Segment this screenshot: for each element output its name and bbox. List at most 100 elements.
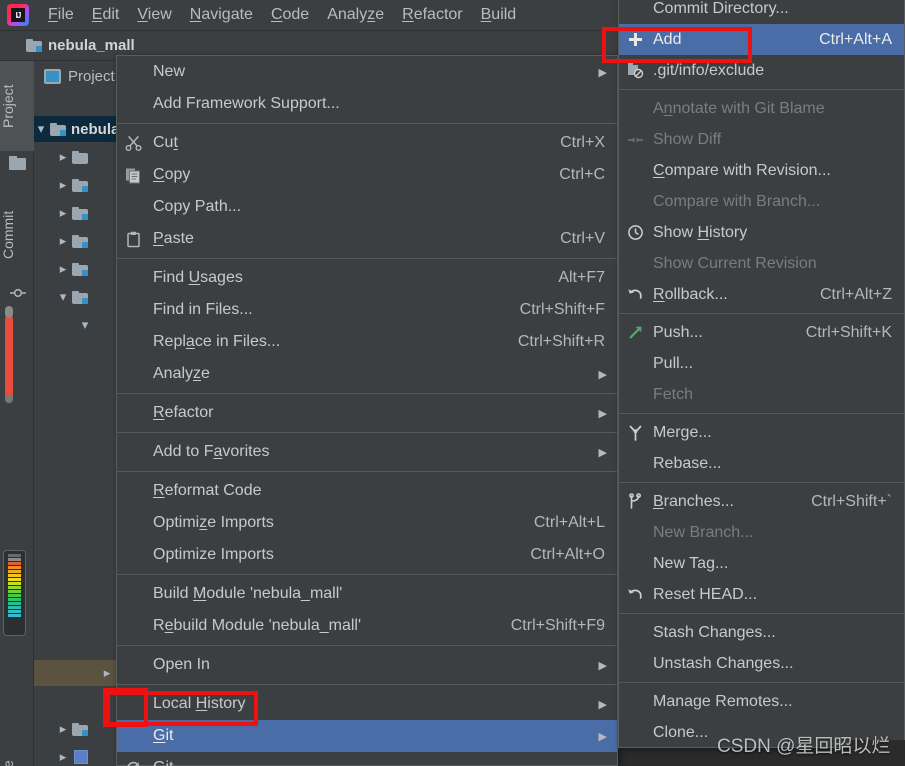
project-window-icon <box>44 68 61 84</box>
menubar-item-code[interactable]: Code <box>262 4 318 26</box>
git-menu-item-show-history[interactable]: Show History <box>619 217 904 248</box>
menu-item-paste-label: Paste <box>153 230 194 247</box>
git-menu-item-git-info-exclude[interactable]: .git/info/exclude <box>619 55 904 86</box>
menubar-item-edit[interactable]: Edit <box>83 4 129 26</box>
menu-item-open-in-label: Open In <box>153 656 210 673</box>
git-menu-item-merge[interactable]: Merge... <box>619 417 904 448</box>
git-menu-item-rollback-label: Rollback... <box>653 285 728 303</box>
menu-item-git[interactable]: Git ▶ <box>117 720 617 752</box>
menu-item-remove-module[interactable]: Optimize Imports Ctrl+Alt+O <box>117 539 617 571</box>
sidebar-item-structure[interactable]: Structure <box>0 751 34 766</box>
chevron-right-icon[interactable]: ▸ <box>56 177 70 193</box>
git-menu-item-compare-with-revision-label: Compare with Revision... <box>653 161 831 179</box>
menubar-item-analyze[interactable]: Analyze <box>318 4 393 26</box>
git-menu-item-unstash-changes-label: Unstash Changes... <box>653 654 794 672</box>
menu-item-add-to-favorites[interactable]: Add to Favorites ▶ <box>117 436 617 468</box>
menu-item-build-module[interactable]: Build Module 'nebula_mall' <box>117 578 617 610</box>
git-menu-item-new-branch-label: New Branch... <box>653 523 754 541</box>
submenu-arrow-icon: ▶ <box>598 66 607 79</box>
menu-item-remove-module-accel: Ctrl+Alt+O <box>530 546 605 563</box>
chevron-right-icon[interactable]: ▸ <box>56 749 70 765</box>
sidebar-item-commit[interactable]: Commit <box>0 189 34 281</box>
menu-item-copy-path[interactable]: Copy Path... <box>117 191 617 223</box>
git-menu-item-branches[interactable]: Branches... Ctrl+Shift+` <box>619 486 904 517</box>
menu-item-local-history[interactable]: Local History ▶ <box>117 688 617 720</box>
menu-item-git-label: Git <box>153 727 174 744</box>
menu-item-new[interactable]: New ▶ <box>117 56 617 88</box>
chevron-down-icon[interactable]: ▾ <box>34 121 48 137</box>
git-menu-item-add[interactable]: Add Ctrl+Alt+A <box>619 24 904 55</box>
menubar-item-refactor[interactable]: Refactor <box>393 4 471 26</box>
sidebar-item-project[interactable]: Project <box>0 61 34 151</box>
menubar-item-file[interactable]: File <box>39 4 83 26</box>
menu-item-rebuild-module[interactable]: Rebuild Module 'nebula_mall' Ctrl+Shift+… <box>117 610 617 642</box>
scissors-icon <box>125 135 147 152</box>
menu-separator <box>117 432 617 433</box>
git-menu-item-show-current-revision: Show Current Revision <box>619 248 904 279</box>
git-menu-item-manage-remotes[interactable]: Manage Remotes... <box>619 686 904 717</box>
git-menu-item-new-tag[interactable]: New Tag... <box>619 548 904 579</box>
chevron-right-icon[interactable]: ▸ <box>56 261 70 277</box>
git-menu-item-compare-with-revision[interactable]: Compare with Revision... <box>619 155 904 186</box>
menu-separator <box>619 682 904 683</box>
git-menu-item-clone-label: Clone... <box>653 723 709 741</box>
chevron-down-icon[interactable]: ▾ <box>56 289 70 305</box>
git-menu-item-reset-head[interactable]: Reset HEAD... <box>619 579 904 610</box>
menu-item-reformat-code[interactable]: Reformat Code <box>117 475 617 507</box>
git-menu-item-commit-directory[interactable]: Commit Directory... <box>619 0 904 24</box>
menu-separator <box>619 89 904 90</box>
git-menu-item-pull[interactable]: Pull... <box>619 348 904 379</box>
menu-item-rebuild-module-label: Rebuild Module 'nebula_mall' <box>153 617 362 634</box>
chevron-right-icon[interactable]: ▸ <box>100 665 114 681</box>
menubar-item-view[interactable]: View <box>128 4 180 26</box>
git-menu-item-show-diff-label: Show Diff <box>653 130 722 148</box>
breadcrumb-project[interactable]: nebula_mall <box>26 37 135 54</box>
sidebar-item-project-label: Project <box>0 84 16 128</box>
menu-item-local-history-label: Local History <box>153 695 246 712</box>
menu-separator <box>117 645 617 646</box>
menu-item-find-in-files[interactable]: Find in Files... Ctrl+Shift+F <box>117 294 617 326</box>
error-stripe-scrollbar[interactable] <box>5 306 13 403</box>
menu-item-cut[interactable]: Cut Ctrl+X <box>117 127 617 159</box>
menu-item-optimize-imports-accel: Ctrl+Alt+L <box>533 514 605 531</box>
chevron-right-icon[interactable]: ▸ <box>56 149 70 165</box>
menubar-item-navigate[interactable]: Navigate <box>181 4 262 26</box>
menu-item-paste[interactable]: Paste Ctrl+V <box>117 223 617 255</box>
intellij-idea-logo-icon: IJ <box>7 4 29 26</box>
menu-item-reload-from-disk[interactable]: Git <box>117 752 617 766</box>
menu-item-replace-in-files[interactable]: Replace in Files... Ctrl+Shift+R <box>117 326 617 358</box>
chevron-right-icon[interactable]: ▸ <box>56 233 70 249</box>
copy-icon <box>125 167 147 184</box>
chevron-right-icon[interactable]: ▸ <box>56 721 70 737</box>
menu-item-cut-label: Cut <box>153 134 178 151</box>
project-tool-window-title: Project <box>68 67 115 85</box>
menu-item-copy-path-label: Copy Path... <box>153 198 242 215</box>
menubar-item-build[interactable]: Build <box>472 4 526 26</box>
git-menu-item-push-label: Push... <box>653 323 703 341</box>
module-icon <box>74 750 88 764</box>
git-menu-item-push[interactable]: Push... Ctrl+Shift+K <box>619 317 904 348</box>
menu-item-refactor[interactable]: Refactor ▶ <box>117 397 617 429</box>
submenu-arrow-icon: ▶ <box>598 730 607 743</box>
menu-item-add-to-favorites-label: Add to Favorites <box>153 443 270 460</box>
submenu-arrow-icon: ▶ <box>598 446 607 459</box>
menu-item-copy[interactable]: Copy Ctrl+C <box>117 159 617 191</box>
menu-item-add-framework-support[interactable]: Add Framework Support... <box>117 88 617 120</box>
menu-item-optimize-imports[interactable]: Optimize Imports Ctrl+Alt+L <box>117 507 617 539</box>
git-menu-item-rebase[interactable]: Rebase... <box>619 448 904 479</box>
menu-separator <box>619 413 904 414</box>
module-folder-icon <box>72 290 88 304</box>
menu-item-find-usages[interactable]: Find Usages Alt+F7 <box>117 262 617 294</box>
git-menu-item-branches-label: Branches... <box>653 492 734 510</box>
menu-item-find-usages-label: Find Usages <box>153 269 243 286</box>
menu-item-analyze[interactable]: Analyze ▶ <box>117 358 617 390</box>
chevron-down-icon[interactable]: ▾ <box>78 317 92 333</box>
menu-item-cut-accel: Ctrl+X <box>560 134 605 151</box>
git-menu-item-manage-remotes-label: Manage Remotes... <box>653 692 793 710</box>
chevron-right-icon[interactable]: ▸ <box>56 205 70 221</box>
menu-item-open-in[interactable]: Open In ▶ <box>117 649 617 681</box>
menu-item-rebuild-module-accel: Ctrl+Shift+F9 <box>510 617 605 634</box>
git-menu-item-unstash-changes[interactable]: Unstash Changes... <box>619 648 904 679</box>
git-menu-item-rollback[interactable]: Rollback... Ctrl+Alt+Z <box>619 279 904 310</box>
git-menu-item-stash-changes[interactable]: Stash Changes... <box>619 617 904 648</box>
